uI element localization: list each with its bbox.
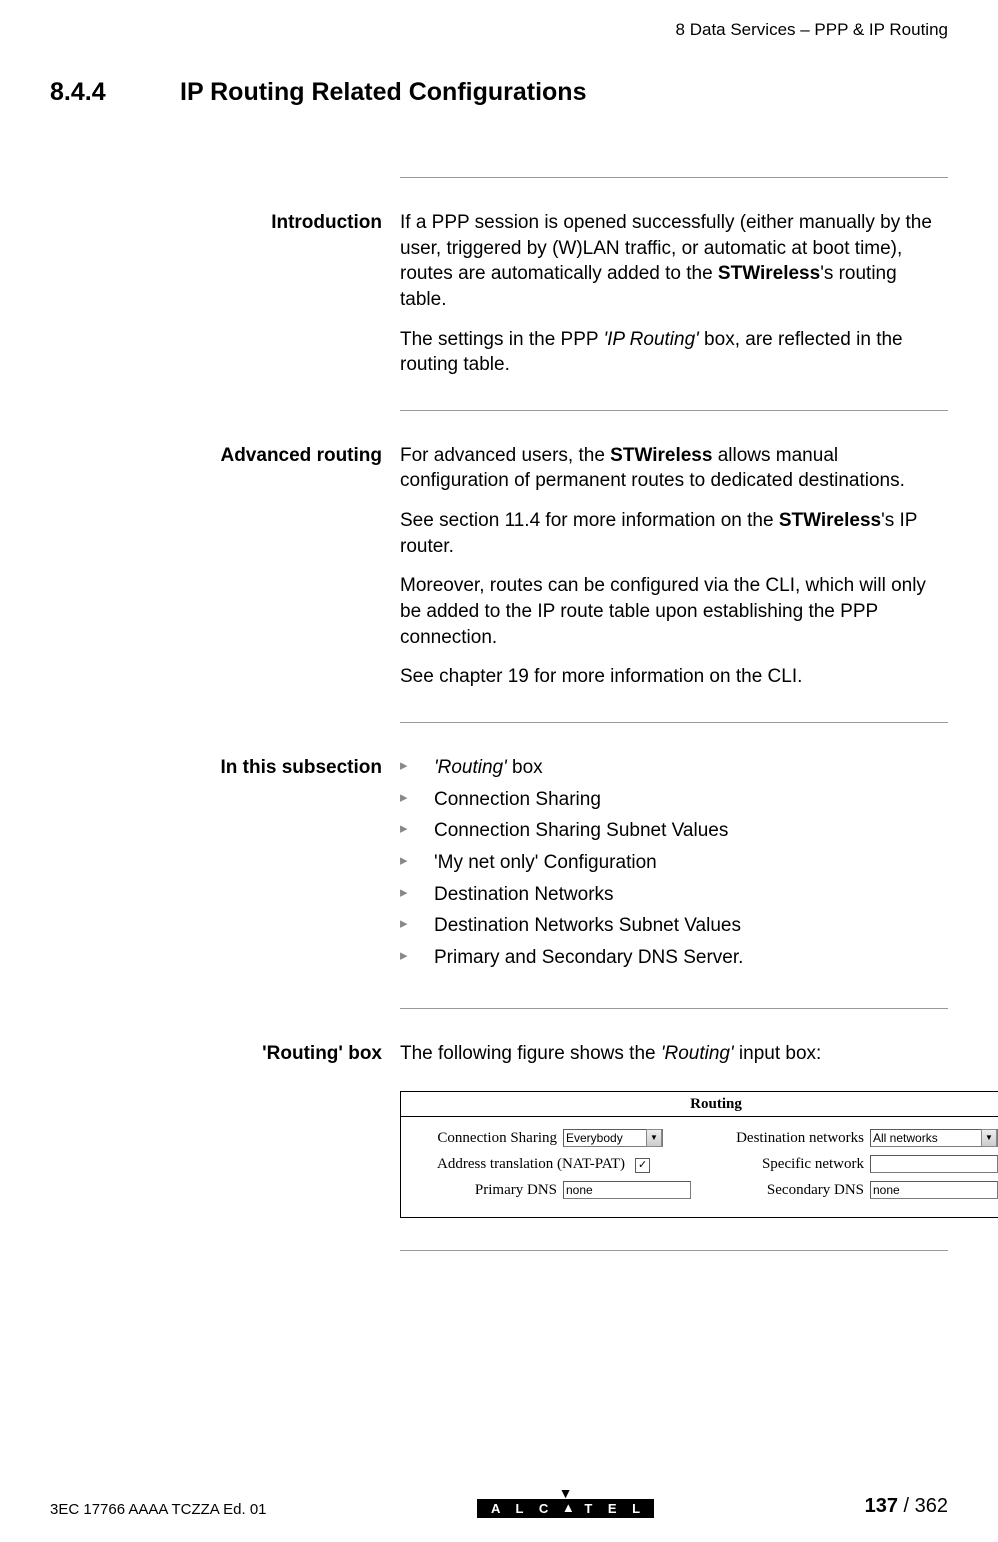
advanced-body: For advanced users, the STWireless allow… [400, 443, 948, 690]
routing-box-title: Routing [401, 1092, 998, 1117]
chevron-down-icon: ▼ [646, 1129, 662, 1147]
secondary-dns-label: Secondary DNS [714, 1180, 870, 1200]
specific-network-input[interactable] [870, 1155, 998, 1173]
secondary-dns-input[interactable]: none [870, 1181, 998, 1199]
divider [400, 722, 948, 723]
list-item: 'Routing' box [400, 755, 948, 781]
divider [400, 410, 948, 411]
list-item: Primary and Secondary DNS Server. [400, 945, 948, 971]
nat-label: Address translation (NAT-PAT) [407, 1154, 631, 1174]
running-header: 8 Data Services – PPP & IP Routing [50, 20, 948, 40]
introduction-body: If a PPP session is opened successfully … [400, 210, 948, 378]
topics-list: 'Routing' box Connection Sharing Connect… [400, 755, 948, 970]
divider [400, 1008, 948, 1009]
chevron-down-icon: ▼ [981, 1129, 997, 1147]
document-id: 3EC 17766 AAAA TCZZA Ed. 01 [50, 1501, 267, 1518]
list-item: Connection Sharing [400, 787, 948, 813]
label-advanced-routing: Advanced routing [220, 443, 400, 690]
triangle-down-icon: ▼ [477, 1489, 654, 1499]
specific-network-label: Specific network [714, 1154, 870, 1174]
label-introduction: Introduction [220, 210, 400, 378]
list-item: Destination Networks [400, 882, 948, 908]
nat-checkbox[interactable]: ✓ [635, 1158, 650, 1173]
label-in-this-subsection: In this subsection [220, 755, 400, 976]
page-number: 137 / 362 [865, 1495, 948, 1518]
alcatel-logo: ▼ A L C ▲ T E L [477, 1489, 654, 1518]
section-number: 8.4.4 [50, 78, 180, 107]
list-item: Destination Networks Subnet Values [400, 913, 948, 939]
primary-dns-input[interactable]: none [563, 1181, 691, 1199]
list-item: Connection Sharing Subnet Values [400, 818, 948, 844]
routing-box: Routing Connection Sharing Everybody ▼ [400, 1091, 998, 1218]
divider [400, 1250, 948, 1251]
divider [400, 177, 948, 178]
destination-networks-select[interactable]: All networks ▼ [870, 1129, 998, 1147]
label-routing-box: 'Routing' box [220, 1041, 400, 1218]
primary-dns-label: Primary DNS [407, 1180, 563, 1200]
connection-sharing-label: Connection Sharing [407, 1128, 563, 1148]
connection-sharing-select[interactable]: Everybody ▼ [563, 1129, 663, 1147]
routing-box-intro: The following figure shows the 'Routing'… [400, 1041, 998, 1067]
list-item: 'My net only' Configuration [400, 850, 948, 876]
destination-networks-label: Destination networks [714, 1128, 870, 1148]
section-heading: 8.4.4IP Routing Related Configurations [50, 78, 948, 107]
section-title: IP Routing Related Configurations [180, 78, 586, 106]
